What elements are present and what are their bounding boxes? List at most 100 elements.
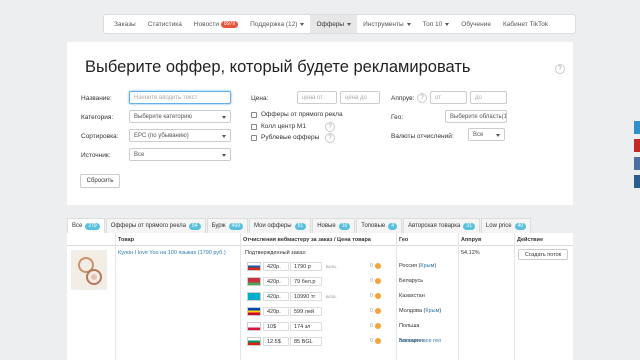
tab[interactable]: Все 279 [67,218,105,233]
hint-value: 0 [370,293,373,299]
side-share-button[interactable] [634,121,640,134]
tab[interactable]: Новые 16 [312,218,356,233]
help-icon[interactable]: ? [325,133,335,143]
source-value: Все [134,151,145,158]
country-flag-icon [247,337,261,346]
name-input[interactable]: Начните вводить текст [129,91,231,104]
tab-label: Топовые [361,223,386,229]
nav-item[interactable]: Инструменты [357,15,417,33]
tab-label: Мои офферы [254,223,292,229]
tab-count-badge: 499 [228,222,243,230]
geo-item: Молдова (Крым) [399,308,442,314]
country-flag-icon [247,277,261,286]
nav-item[interactable]: Офферы [310,15,358,33]
nav-item-label: Заказы [114,20,136,28]
reset-button[interactable]: Сбросить [80,174,120,188]
currency-select[interactable]: Все [468,128,505,141]
hint-value: 0 [370,338,373,344]
currency-value: Все [473,131,484,138]
col-divider [458,233,459,360]
country-flag-icon [247,307,261,316]
price-to-input[interactable]: цена до [340,91,380,104]
show-all-geo-link[interactable]: показать все гео [399,338,441,344]
nav-item-label: Офферы [316,20,345,28]
price-value: 599 лей [290,307,322,316]
coin-icon [375,263,381,269]
nav-item[interactable]: Поддержка (12) [244,15,310,33]
nav-item-label: Поддержка (12) [250,20,298,28]
tab[interactable]: Авторская товарка 31 [403,218,480,233]
geo-region-link[interactable]: Крым [420,263,434,269]
direct-advertiser-checkbox[interactable] [251,112,257,118]
help-icon[interactable]: ? [417,93,427,103]
tab[interactable]: Офферы от прямого рекла 54 [105,218,206,233]
approve-from-input[interactable]: от [430,91,467,104]
col-product: Товар [118,237,135,243]
category-value: Выберите категорию [134,113,192,120]
col-action: Действие [517,237,543,243]
coin-icon [375,278,381,284]
geo-name: Польша [399,323,420,329]
tab[interactable]: Бурж 499 [206,218,248,233]
coin-icon [375,308,381,314]
caret-down-icon [445,22,450,26]
tab[interactable]: Топовые 4 [356,218,403,233]
nav-item[interactable]: Кабинет TikTok [497,15,554,33]
geo-item: Беларусь [399,278,423,284]
approve-to-input[interactable]: до [470,91,507,104]
country-flag-icon [247,262,261,271]
approve-label: Аппрув: [391,95,415,102]
page-title: Выберите оффер, который будете рекламиро… [85,58,471,76]
tab-count-badge: 31 [463,222,475,230]
geo-item: Россия (Крым) [399,263,437,269]
offer-title-link[interactable]: Кулон I love You на 100 языках (1790 руб… [118,250,226,256]
chevron-down-icon [222,116,226,119]
side-share-button[interactable] [634,157,640,170]
col-divider [514,233,515,360]
col-payout: Отчисления вебмастеру за заказ / Цена то… [243,237,371,243]
nav-item-label: Инструменты [363,20,404,28]
price-from-input[interactable]: цена от [297,91,337,104]
geo-name: Россия [399,263,418,269]
help-icon[interactable]: ? [325,122,335,132]
approve-value: 54.12% [461,250,480,256]
nav-item[interactable]: Заказы [108,15,142,33]
name-label: Название: [81,95,112,102]
call-center-checkbox[interactable] [251,124,257,130]
geo-label: Гео: [391,114,404,121]
sort-select[interactable]: EPC (по убыванию) [129,129,231,142]
nav-item[interactable]: Статистика [142,15,188,33]
top-nav: Заказы Статистика Новости 8979 Поддержка (12… [103,14,576,34]
tab[interactable]: Мои офферы 51 [249,218,312,233]
headset-icon: BGSL [326,264,337,269]
nav-item[interactable]: Топ 10 [417,15,456,33]
geo-name: Молдова [399,308,422,314]
nav-item[interactable]: Новости 8979 [188,15,244,33]
create-stream-button[interactable]: Создать поток [518,249,568,260]
side-share-button[interactable] [634,139,640,152]
category-select[interactable]: Выберите категорию [129,110,231,123]
geo-region-link[interactable]: Крым [425,308,439,314]
chevron-down-icon [496,134,500,137]
coin-icon [375,293,381,299]
country-flag-icon [247,322,261,331]
price-value: 174 зл [290,322,322,331]
tab-count-badge: 40 [514,222,527,230]
nav-item[interactable]: Обучение [455,15,497,33]
nav-item-label: Топ 10 [422,20,443,28]
tab-count-badge: 279 [85,222,100,230]
side-share-button[interactable] [634,175,640,188]
caret-down-icon [406,22,411,26]
tab-label: Офферы от прямого рекла [110,223,186,229]
chevron-down-icon [222,135,226,138]
geo-select[interactable]: Выберите область(1) [445,110,507,123]
rub-offers-checkbox[interactable] [251,135,257,141]
source-select[interactable]: Все [129,148,231,161]
news-count-badge: 8979 [221,20,239,28]
help-icon[interactable]: ? [555,64,565,74]
product-image[interactable] [71,250,107,290]
header-divider [67,245,573,246]
payout-value: 420р. [263,262,289,271]
tab[interactable]: Low price 40 [480,218,532,233]
tab-label: Бурж [211,223,226,229]
